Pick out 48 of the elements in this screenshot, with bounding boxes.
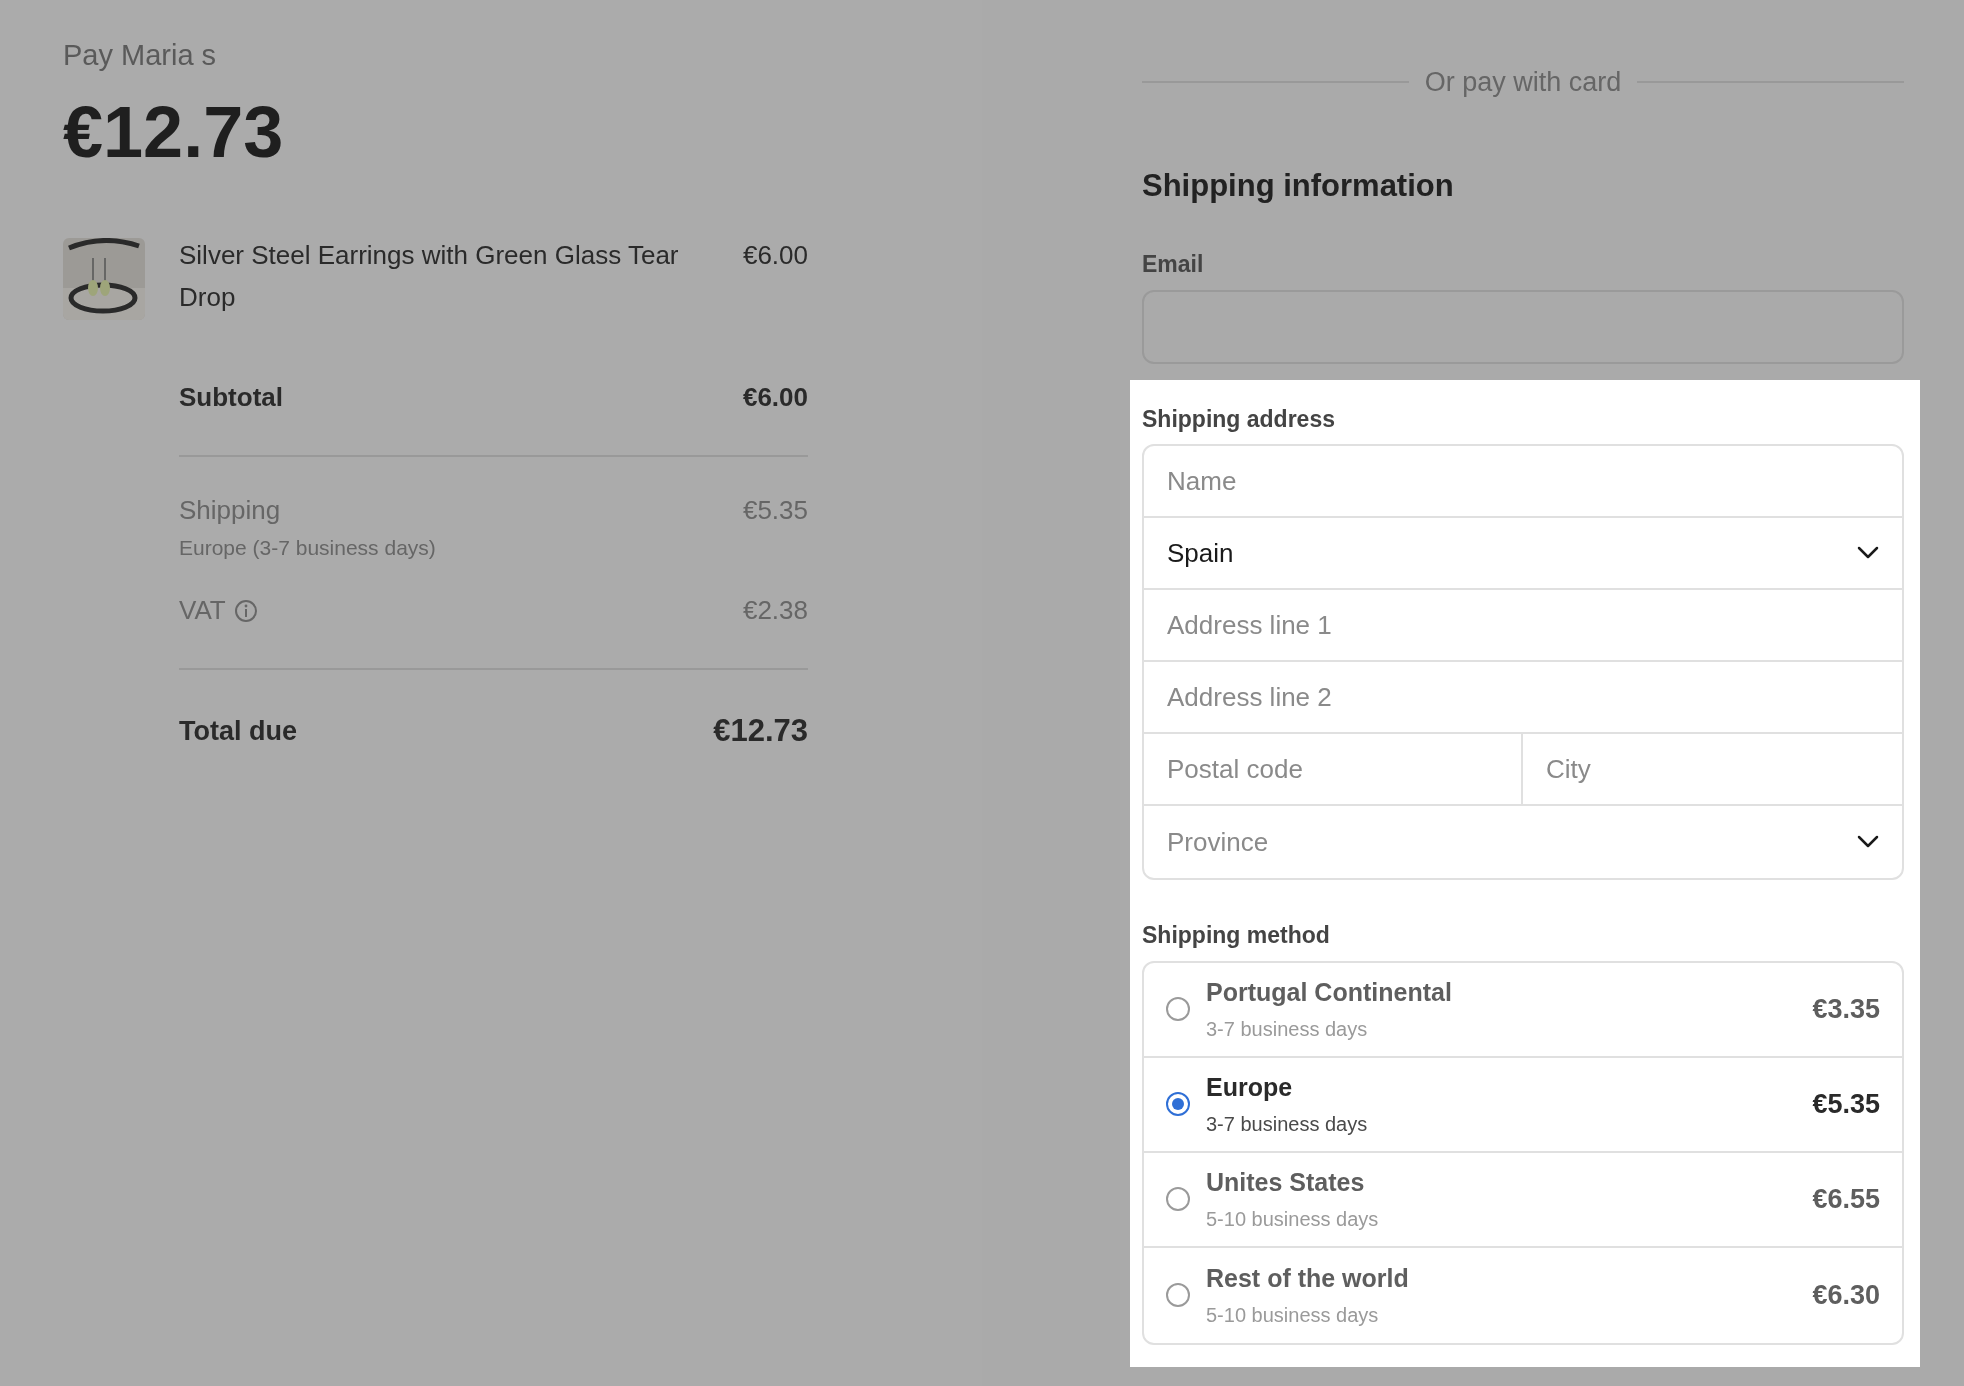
postal-code-field[interactable]: Postal code <box>1144 734 1523 804</box>
shipping-option[interactable]: Europe 3-7 business days €5.35 <box>1144 1057 1902 1153</box>
amount-due: €12.73 <box>63 95 285 168</box>
address-line-field[interactable]: Address line 2 <box>1144 662 1902 734</box>
total-value: €12.73 <box>713 712 808 750</box>
shipping-option[interactable]: Unites States 5-10 business days €6.55 <box>1144 1152 1902 1248</box>
option-name: Europe <box>1206 1072 1294 1104</box>
method-label: Shipping method <box>1142 921 1331 950</box>
name-field[interactable]: Name <box>1144 446 1902 518</box>
option-name: Rest of the world <box>1206 1263 1409 1295</box>
option-price: €6.30 <box>1812 1278 1880 1312</box>
shipping-option[interactable]: Portugal Continental 3-7 business days €3.35 <box>1144 962 1902 1058</box>
radio-button[interactable] <box>1166 1283 1190 1307</box>
radio-button[interactable] <box>1166 1092 1190 1116</box>
province-select[interactable]: Province <box>1144 806 1902 878</box>
address-label: Shipping address <box>1142 404 1336 434</box>
shipping-detail: Europe (3-7 business days) <box>179 534 436 561</box>
chevron-down-icon <box>1857 835 1879 849</box>
radio-button[interactable] <box>1166 1187 1190 1211</box>
shipping-value: €5.35 <box>742 493 808 527</box>
subtotal-label: Subtotal <box>179 380 283 414</box>
option-name: Unites States <box>1206 1167 1366 1199</box>
option-price: €6.55 <box>1812 1182 1880 1216</box>
divider-label: Or pay with card <box>1424 66 1622 99</box>
shipping-option[interactable]: Rest of the world 5-10 business days €6.30 <box>1144 1247 1902 1343</box>
subtotal-value: €6.00 <box>742 380 808 414</box>
option-price: €5.35 <box>1812 1087 1880 1121</box>
merchant-name: Pay Maria s <box>63 38 218 73</box>
section-heading: Shipping information <box>1142 166 1455 205</box>
option-days: 3-7 business days <box>1206 1013 1452 1044</box>
vat-value: €2.38 <box>742 594 808 627</box>
product-name: Silver Steel Earrings with Green Glass Tear Drop <box>179 238 680 314</box>
email-label: Email <box>1142 250 1205 279</box>
shipping-label: Shipping <box>179 493 282 527</box>
option-name: Portugal Continental <box>1206 977 1452 1009</box>
chevron-down-icon <box>1857 546 1879 560</box>
option-days: 5-10 business days <box>1206 1203 1379 1234</box>
total-label: Total due <box>179 715 297 748</box>
city-field[interactable]: City <box>1523 734 1902 804</box>
product-price: €6.00 <box>742 238 808 272</box>
radio-button[interactable] <box>1166 997 1190 1021</box>
address-line-field[interactable]: Address line 1 <box>1144 590 1902 662</box>
option-price: €3.35 <box>1812 992 1880 1026</box>
vat-label: VAT <box>179 594 226 627</box>
info-icon[interactable] <box>233 598 258 623</box>
option-days: 5-10 business days <box>1206 1299 1409 1330</box>
option-days: 3-7 business days <box>1206 1108 1368 1139</box>
country-select[interactable]: Spain <box>1144 518 1902 590</box>
